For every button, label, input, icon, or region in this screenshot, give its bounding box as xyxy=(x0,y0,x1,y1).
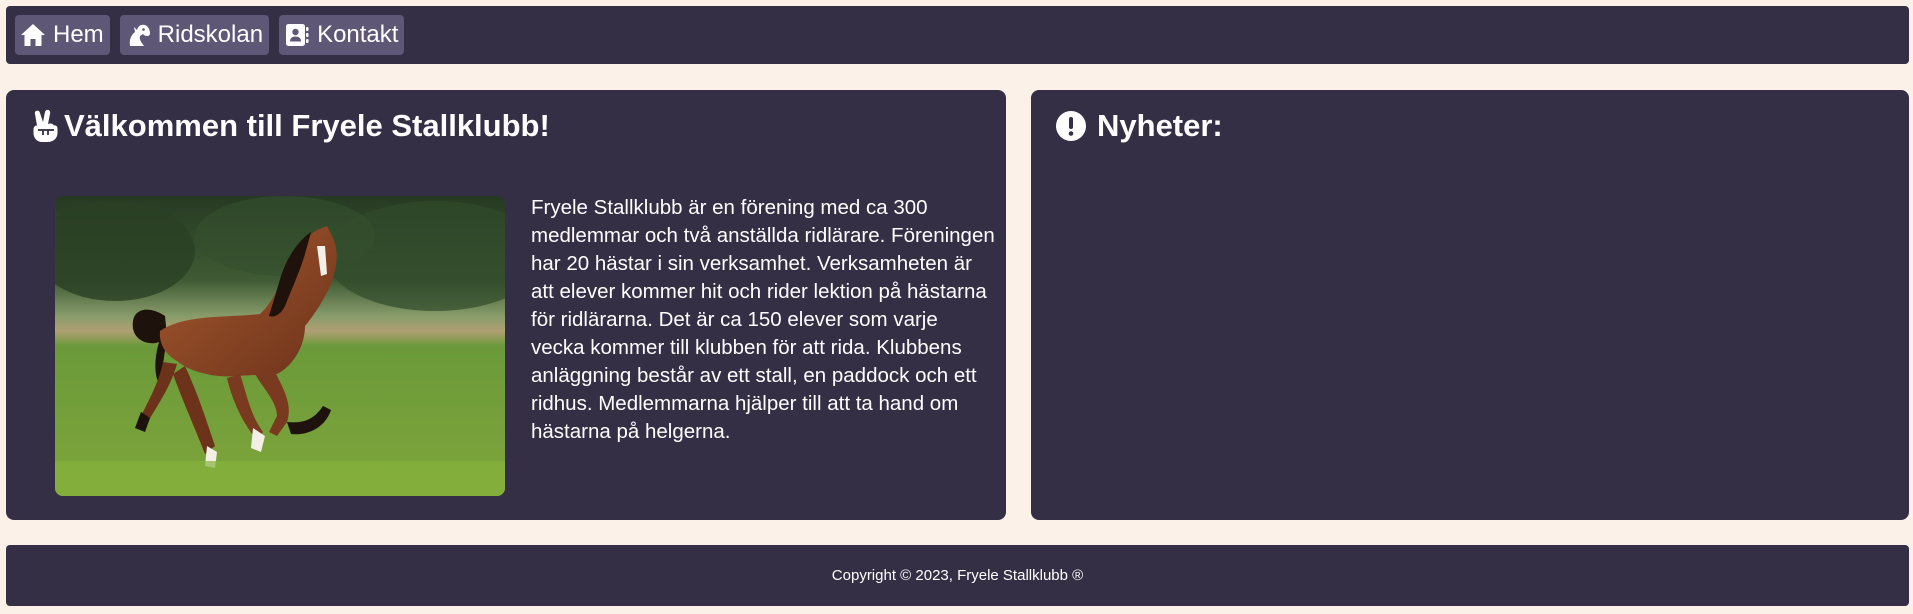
nav-item-label: Kontakt xyxy=(317,21,399,48)
home-icon xyxy=(19,21,47,49)
horse-head-icon xyxy=(124,21,152,49)
news-title: Nyheter: xyxy=(1097,108,1223,143)
welcome-heading: Välkommen till Fryele Stallklubb! xyxy=(30,108,550,144)
nav-item-label: Ridskolan xyxy=(157,21,264,48)
nav-item-ridskolan[interactable]: Ridskolan xyxy=(119,15,270,55)
exclamation-circle-icon xyxy=(1055,110,1087,142)
address-book-icon xyxy=(283,21,311,49)
news-heading: Nyheter: xyxy=(1055,108,1223,144)
nav-item-hem[interactable]: Hem xyxy=(15,15,110,55)
top-navigation: Hem Ridskolan Kontakt xyxy=(6,6,1909,64)
peace-hand-icon xyxy=(30,109,60,143)
welcome-title: Välkommen till Fryele Stallklubb! xyxy=(64,108,550,143)
copyright-text: Copyright © 2023, Fryele Stallklubb ® xyxy=(831,567,1084,584)
horse-photo xyxy=(55,196,505,496)
footer: Copyright © 2023, Fryele Stallklubb ® xyxy=(6,545,1909,606)
intro-text: Fryele Stallklubb är en förening med ca … xyxy=(531,196,995,443)
news-card: Nyheter: xyxy=(1031,90,1909,520)
nav-item-kontakt[interactable]: Kontakt xyxy=(279,15,405,55)
welcome-card: Välkommen till Fryele Stallklubb! Fryele… xyxy=(6,90,1006,520)
nav-item-label: Hem xyxy=(53,21,104,48)
